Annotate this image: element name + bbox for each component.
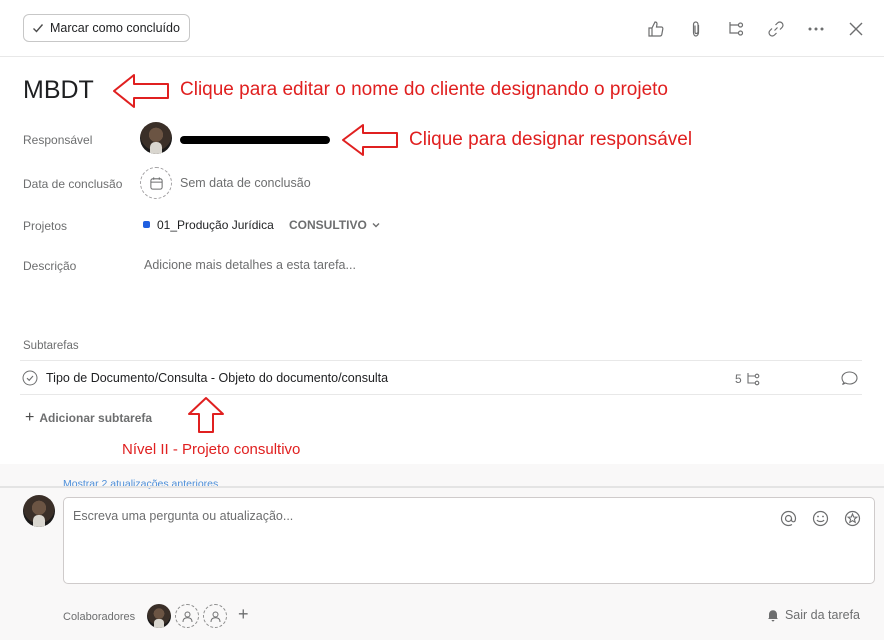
check-circle-icon[interactable] [22,370,38,386]
more-icon[interactable] [805,18,826,39]
assignee-label: Responsável [23,133,93,147]
add-collaborator-placeholder-icon[interactable] [175,604,199,628]
projects-label: Projetos [23,219,68,233]
activity-divider [0,486,884,488]
annotation-assignee: Clique para designar responsável [409,129,693,150]
assignee-name-redacted[interactable] [180,136,330,144]
collaborator-avatar[interactable] [147,604,171,628]
annotation-subtask: Nível II - Projeto consultivo [122,441,301,458]
paperclip-icon[interactable] [685,18,706,39]
comment-tools [779,509,862,528]
subtask-name[interactable]: Tipo de Documento/Consulta - Objeto do d… [46,371,388,385]
bell-icon [767,610,778,622]
task-title[interactable]: MBDT [23,76,94,105]
due-date-value[interactable]: Sem data de conclusão [180,176,311,190]
mention-icon[interactable] [779,509,798,528]
arrow-up-annotation-subtask [188,397,224,433]
show-updates-link[interactable]: Mostrar 2 atualizações anteriores [63,478,218,490]
arrow-left-annotation-assignee [342,124,398,156]
check-icon [33,24,44,33]
project-name[interactable]: 01_Produção Jurídica [157,218,274,232]
toolbar-actions [645,18,866,39]
annotation-title: Clique para editar o nome do cliente des… [180,79,668,100]
add-collaborator-plus-icon[interactable]: + [238,604,249,625]
description-label: Descrição [23,259,77,273]
arrow-left-annotation-title [113,74,169,108]
task-detail-pane: Marcar como concluído MBDT Clique para e… [0,0,884,640]
link-icon[interactable] [765,18,786,39]
chevron-down-icon [372,223,380,228]
project-color-dot [143,221,150,228]
task-toolbar: Marcar como concluído [0,0,884,57]
subtask-icon [747,373,760,386]
calendar-icon[interactable] [140,167,172,199]
subtask-count[interactable]: 5 [735,371,761,387]
mark-complete-button[interactable]: Marcar como concluído [23,14,190,42]
subtasks-heading: Subtarefas [23,340,79,352]
project-section-label: CONSULTIVO [289,218,367,232]
comment-input[interactable]: Escreva uma pergunta ou atualização... [63,497,875,584]
project-section-dropdown[interactable]: CONSULTIVO [289,218,381,232]
due-date-label: Data de conclusão [23,177,123,191]
assignee-avatar[interactable] [140,122,172,154]
collaborators-label: Colaboradores [63,611,136,623]
activity-panel: Mostrar 2 atualizações anteriores Escrev… [0,464,884,640]
add-subtask-button[interactable]: + Adicionar subtarefa [25,409,153,426]
subtask-row[interactable]: Tipo de Documento/Consulta - Objeto do d… [20,360,862,395]
mark-complete-label: Marcar como concluído [50,21,180,35]
subtask-icon[interactable] [725,18,746,39]
subtask-count-value: 5 [735,372,742,386]
add-subtask-label: Adicionar subtarefa [39,411,153,425]
add-collaborator-placeholder-icon[interactable] [203,604,227,628]
description-field[interactable]: Adicione mais detalhes a esta tarefa... [144,258,356,272]
comment-icon[interactable] [841,370,858,387]
comment-placeholder: Escreva uma pergunta ou atualização... [73,509,294,523]
leave-task-button[interactable]: Sair da tarefa [766,608,860,622]
thumbs-up-icon[interactable] [645,18,666,39]
close-icon[interactable] [845,18,866,39]
plus-icon: + [25,409,35,426]
star-icon[interactable] [843,509,862,528]
emoji-icon[interactable] [811,509,830,528]
leave-task-label: Sair da tarefa [784,608,860,622]
current-user-avatar [23,495,55,527]
